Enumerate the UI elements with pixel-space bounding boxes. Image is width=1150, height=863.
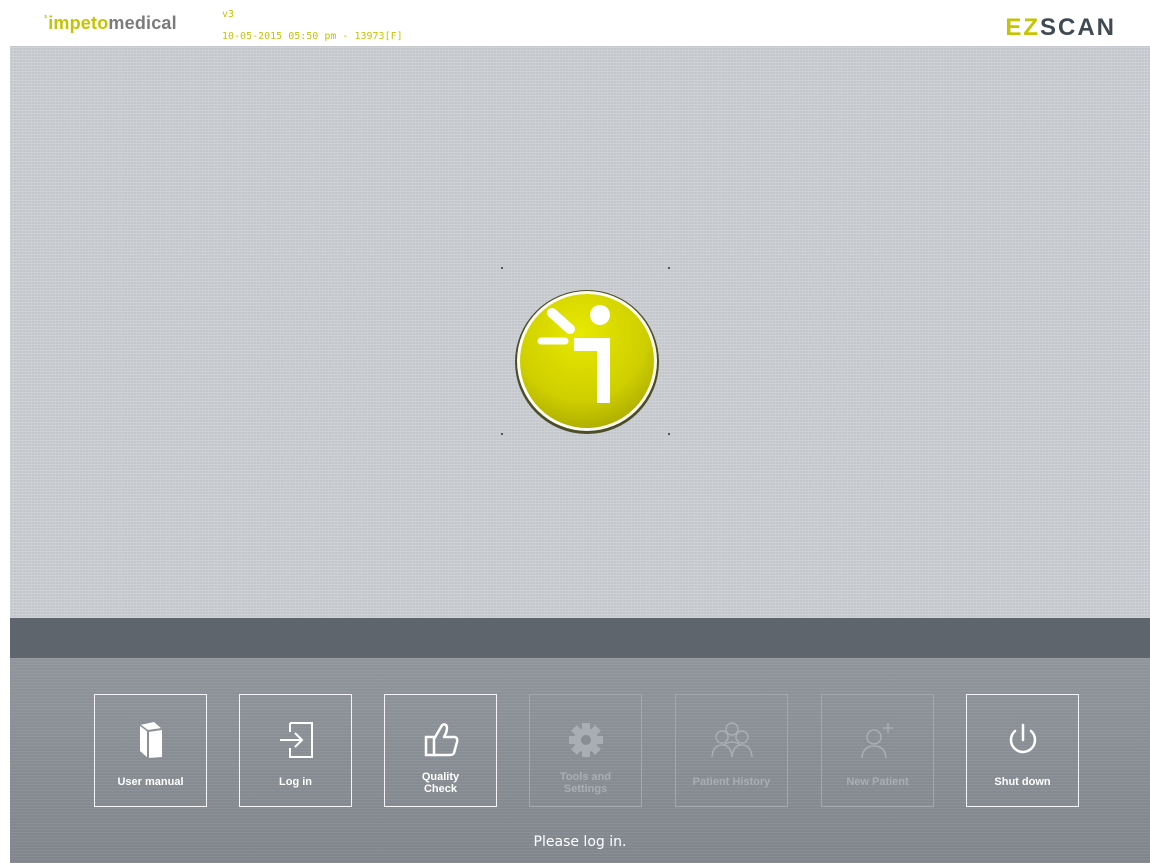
version-label: v3	[222, 9, 235, 20]
shut-down-label: Shut down	[994, 776, 1051, 788]
corner-mark	[668, 267, 670, 269]
patient-history-button[interactable]: Patient History	[675, 694, 788, 807]
logo-text-impeto: impeto	[48, 13, 109, 33]
logo-text-medical: medical	[108, 13, 177, 33]
user-manual-button[interactable]: User manual	[94, 694, 207, 807]
impetomedical-logo: ³impetomedical	[44, 13, 177, 34]
patient-history-label: Patient History	[692, 776, 771, 788]
power-icon	[1009, 723, 1036, 754]
new-patient-button[interactable]: New Patient	[821, 694, 934, 807]
tools-and-settings-label: Tools and Settings	[559, 771, 612, 795]
group-icon	[710, 722, 753, 758]
status-message: Please log in.	[533, 834, 627, 850]
quality-check-label: Quality Check	[421, 771, 460, 795]
log-in-button[interactable]: Log in	[239, 694, 352, 807]
shut-down-button[interactable]: Shut down	[966, 694, 1079, 807]
add-user-icon	[860, 723, 893, 759]
quality-check-button[interactable]: Quality Check	[384, 694, 497, 807]
book-icon	[139, 722, 162, 758]
ezscan-product-logo: EZSCAN	[1005, 14, 1116, 42]
logo-mark: ³	[44, 13, 48, 23]
user-manual-label: User manual	[117, 776, 184, 788]
log-in-label: Log in	[279, 776, 312, 788]
thumbs-up-icon	[424, 723, 458, 757]
main-canvas	[10, 46, 1150, 618]
tools-and-settings-button[interactable]: Tools and Settings	[529, 694, 642, 807]
corner-mark	[501, 433, 503, 435]
corner-mark	[501, 267, 503, 269]
new-patient-label: New Patient	[846, 776, 909, 788]
product-text-scan: SCAN	[1039, 14, 1116, 41]
header-bar: ³impetomedical v3 10-05-2015 05:50 pm - …	[0, 0, 1150, 46]
bottom-toolbar: User manual Log in Quality Check Tools a…	[10, 658, 1150, 863]
product-text-ez: EZ	[1005, 14, 1040, 41]
impeto-info-logo-icon	[515, 290, 659, 434]
separator-band	[10, 618, 1150, 658]
gear-icon	[568, 723, 603, 757]
login-arrow-icon	[279, 722, 313, 758]
datetime-serial-label: 10-05-2015 05:50 pm - 13973[F]	[222, 31, 403, 42]
